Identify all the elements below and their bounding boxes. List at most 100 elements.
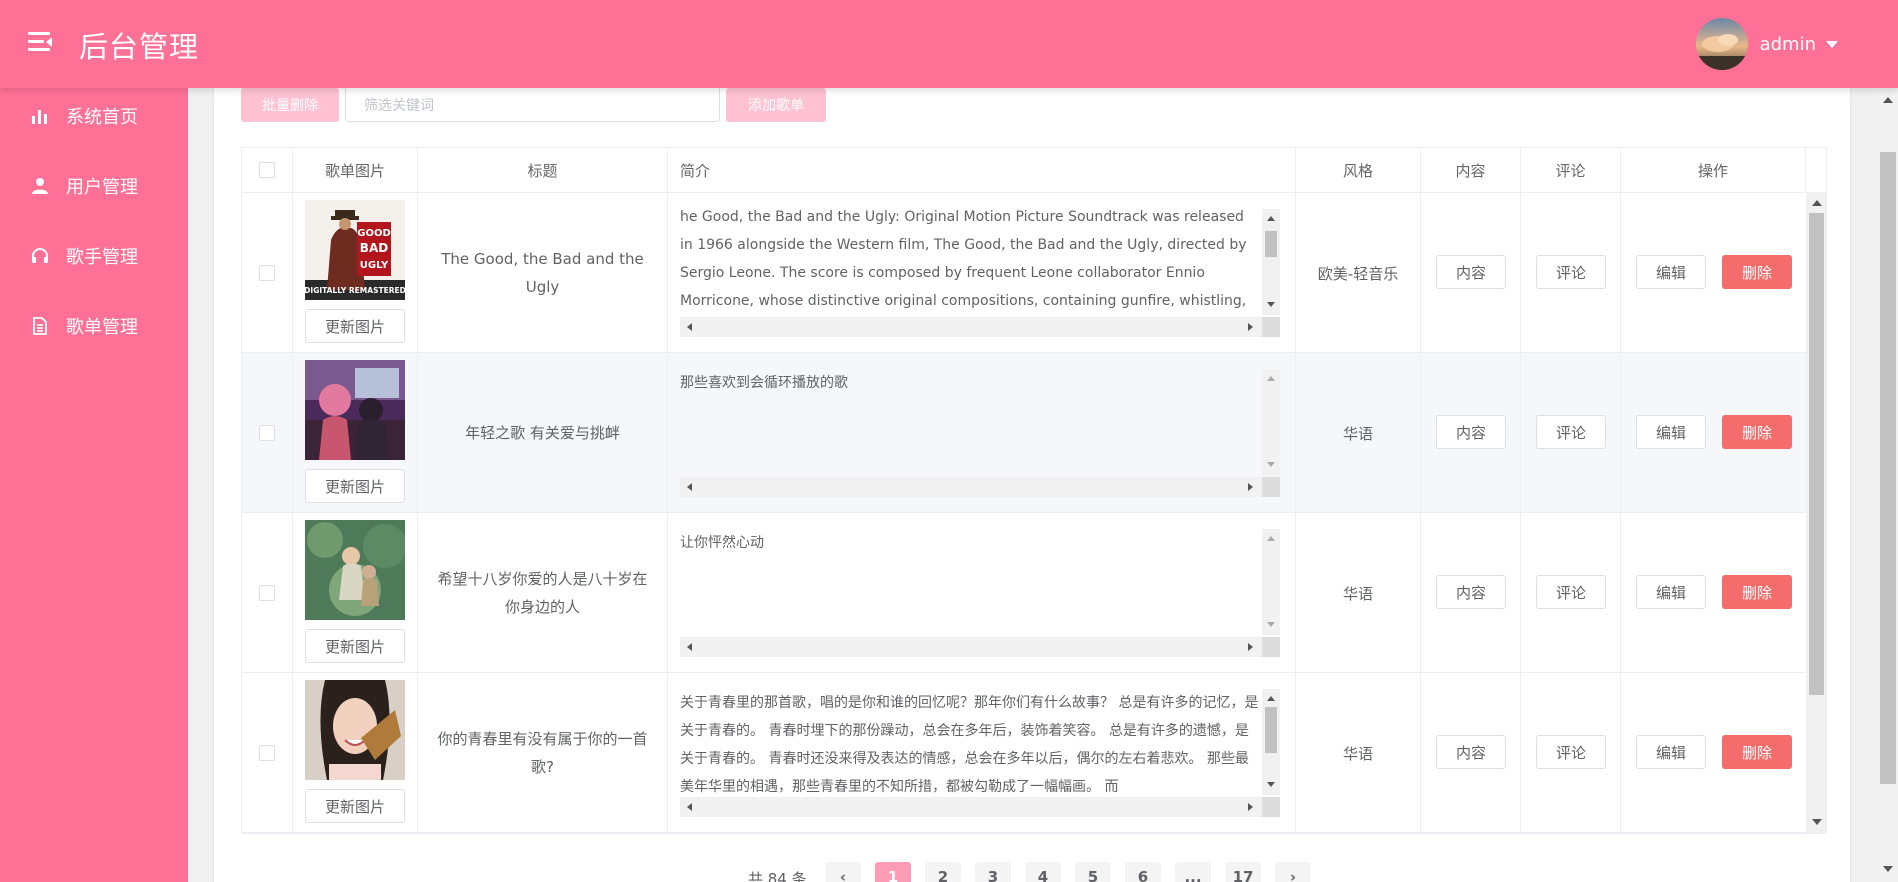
bar-chart-icon	[30, 106, 50, 126]
page-scrollbar[interactable]	[1878, 88, 1898, 882]
horizontal-scrollbar[interactable]	[680, 797, 1262, 817]
pagination: 共 84 条 ‹ 1 2 3 4 5 6 ... 17 ›	[214, 862, 1850, 882]
vertical-scrollbar[interactable]	[1262, 209, 1280, 315]
table-row[interactable]: 更新图片 希望十八岁你爱的人是八十岁在你身边的人 让你怦然心动 华语 内容 评论…	[242, 513, 1806, 673]
menu-toggle-icon[interactable]	[28, 30, 52, 54]
playlist-intro: 那些喜欢到会循环播放的歌	[680, 375, 848, 391]
intro-scroll-box[interactable]: 那些喜欢到会循环播放的歌	[680, 369, 1280, 497]
col-header-content: 内容	[1421, 148, 1521, 193]
edit-button[interactable]: 编辑	[1636, 415, 1706, 449]
app-title: 后台管理	[79, 30, 200, 64]
svg-text:UGLY: UGLY	[360, 260, 389, 271]
col-header-ops: 操作	[1621, 148, 1806, 193]
content-button[interactable]: 内容	[1436, 735, 1506, 769]
sidebar-item-singers[interactable]: 歌手管理	[0, 228, 188, 284]
table-row[interactable]: 更新图片 你的青春里有没有属于你的一首歌? 关于青春里的那首歌，唱的是你和谁的回…	[242, 673, 1806, 833]
page-button-6[interactable]: 6	[1125, 862, 1161, 882]
playlist-title: 年轻之歌 有关爱与挑衅	[418, 353, 668, 513]
col-header-comment: 评论	[1521, 148, 1621, 193]
row-checkbox[interactable]	[259, 425, 275, 441]
row-checkbox[interactable]	[259, 265, 275, 281]
comment-button[interactable]: 评论	[1536, 735, 1606, 769]
update-image-button[interactable]: 更新图片	[305, 629, 405, 663]
playlist-title: 希望十八岁你爱的人是八十岁在你身边的人	[418, 513, 668, 673]
playlist-intro: 让你怦然心动	[680, 535, 764, 551]
playlist-style: 华语	[1296, 513, 1421, 673]
content-button[interactable]: 内容	[1436, 415, 1506, 449]
sidebar: 系统首页 用户管理 歌手管理 歌单管理	[0, 88, 188, 882]
update-image-button[interactable]: 更新图片	[305, 789, 405, 823]
playlist-table: 歌单图片 标题 简介 风格 内容 评论 操作 GOOD BAD UGLY DIG…	[241, 147, 1827, 834]
edit-button[interactable]: 编辑	[1636, 735, 1706, 769]
sidebar-item-users[interactable]: 用户管理	[0, 158, 188, 214]
table-row[interactable]: GOOD BAD UGLY DIGITALLY REMASTERED 更新图片 …	[242, 193, 1806, 353]
page-scrollbar-thumb[interactable]	[1880, 152, 1896, 784]
table-scrollbar-thumb[interactable]	[1809, 213, 1824, 695]
table-scrollbar[interactable]	[1806, 193, 1826, 833]
page-button-3[interactable]: 3	[975, 862, 1011, 882]
row-checkbox[interactable]	[259, 745, 275, 761]
page-button-2[interactable]: 2	[925, 862, 961, 882]
select-all-cell	[242, 148, 293, 193]
row-checkbox[interactable]	[259, 585, 275, 601]
playlist-title: The Good, the Bad and the Ugly	[418, 193, 668, 353]
playlist-style: 欧美-轻音乐	[1296, 193, 1421, 353]
delete-button[interactable]: 删除	[1722, 735, 1792, 769]
horizontal-scrollbar[interactable]	[680, 317, 1262, 337]
user-icon	[30, 176, 50, 196]
playlist-intro: 关于青春里的那首歌，唱的是你和谁的回忆呢？那年你们有什么故事？ 总是有许多的记忆…	[680, 695, 1259, 795]
edit-button[interactable]: 编辑	[1636, 575, 1706, 609]
delete-button[interactable]: 删除	[1722, 255, 1792, 289]
page-button-17[interactable]: 17	[1225, 862, 1261, 882]
delete-button[interactable]: 删除	[1722, 415, 1792, 449]
playlist-cover-image	[305, 680, 405, 780]
playlist-cover-image	[305, 520, 405, 620]
table-row[interactable]: 更新图片 年轻之歌 有关爱与挑衅 那些喜欢到会循环播放的歌 华语 内容 评论 编…	[242, 353, 1806, 513]
bulk-delete-button[interactable]: 批量删除	[241, 88, 339, 122]
add-playlist-button[interactable]: 添加歌单	[726, 88, 826, 122]
page-button-5[interactable]: 5	[1075, 862, 1111, 882]
horizontal-scrollbar[interactable]	[680, 477, 1262, 497]
playlist-cover-image: GOOD BAD UGLY DIGITALLY REMASTERED	[305, 200, 405, 300]
content-button[interactable]: 内容	[1436, 575, 1506, 609]
sidebar-item-label: 歌单管理	[66, 317, 138, 338]
select-all-checkbox[interactable]	[259, 162, 275, 178]
user-menu[interactable]: admin	[1695, 18, 1838, 70]
update-image-button[interactable]: 更新图片	[305, 309, 405, 343]
vertical-scrollbar[interactable]	[1262, 689, 1280, 795]
headphones-icon	[30, 246, 50, 266]
username[interactable]: admin	[1760, 34, 1816, 55]
intro-scroll-box[interactable]: he Good, the Bad and the Ugly: Original …	[680, 209, 1280, 337]
pagination-total: 共 84 条	[748, 870, 807, 882]
horizontal-scrollbar[interactable]	[680, 637, 1262, 657]
sidebar-item-label: 系统首页	[66, 107, 138, 128]
page-button-4[interactable]: 4	[1025, 862, 1061, 882]
sidebar-item-playlists[interactable]: 歌单管理	[0, 298, 188, 354]
top-header: 后台管理 admin	[0, 0, 1898, 88]
comment-button[interactable]: 评论	[1536, 575, 1606, 609]
intro-scroll-box[interactable]: 关于青春里的那首歌，唱的是你和谁的回忆呢？那年你们有什么故事？ 总是有许多的记忆…	[680, 689, 1280, 817]
vertical-scrollbar[interactable]	[1262, 529, 1280, 635]
col-header-title: 标题	[418, 148, 668, 193]
intro-scroll-box[interactable]: 让你怦然心动	[680, 529, 1280, 657]
content-button[interactable]: 内容	[1436, 255, 1506, 289]
search-input[interactable]	[345, 88, 720, 122]
prev-page-button[interactable]: ‹	[825, 862, 861, 882]
chevron-down-icon[interactable]	[1826, 40, 1838, 48]
delete-button[interactable]: 删除	[1722, 575, 1792, 609]
svg-text:GOOD: GOOD	[357, 228, 391, 239]
avatar[interactable]	[1695, 18, 1748, 70]
sidebar-item-dashboard[interactable]: 系统首页	[0, 88, 188, 144]
next-page-button[interactable]: ›	[1275, 862, 1311, 882]
comment-button[interactable]: 评论	[1536, 255, 1606, 289]
vertical-scrollbar[interactable]	[1262, 369, 1280, 475]
sidebar-item-label: 用户管理	[66, 177, 138, 198]
page-button-1[interactable]: 1	[875, 862, 911, 882]
update-image-button[interactable]: 更新图片	[305, 469, 405, 503]
col-header-style: 风格	[1296, 148, 1421, 193]
edit-button[interactable]: 编辑	[1636, 255, 1706, 289]
playlist-style: 华语	[1296, 353, 1421, 513]
page-ellipsis[interactable]: ...	[1175, 862, 1211, 882]
comment-button[interactable]: 评论	[1536, 415, 1606, 449]
svg-text:DIGITALLY REMASTERED: DIGITALLY REMASTERED	[305, 286, 405, 295]
